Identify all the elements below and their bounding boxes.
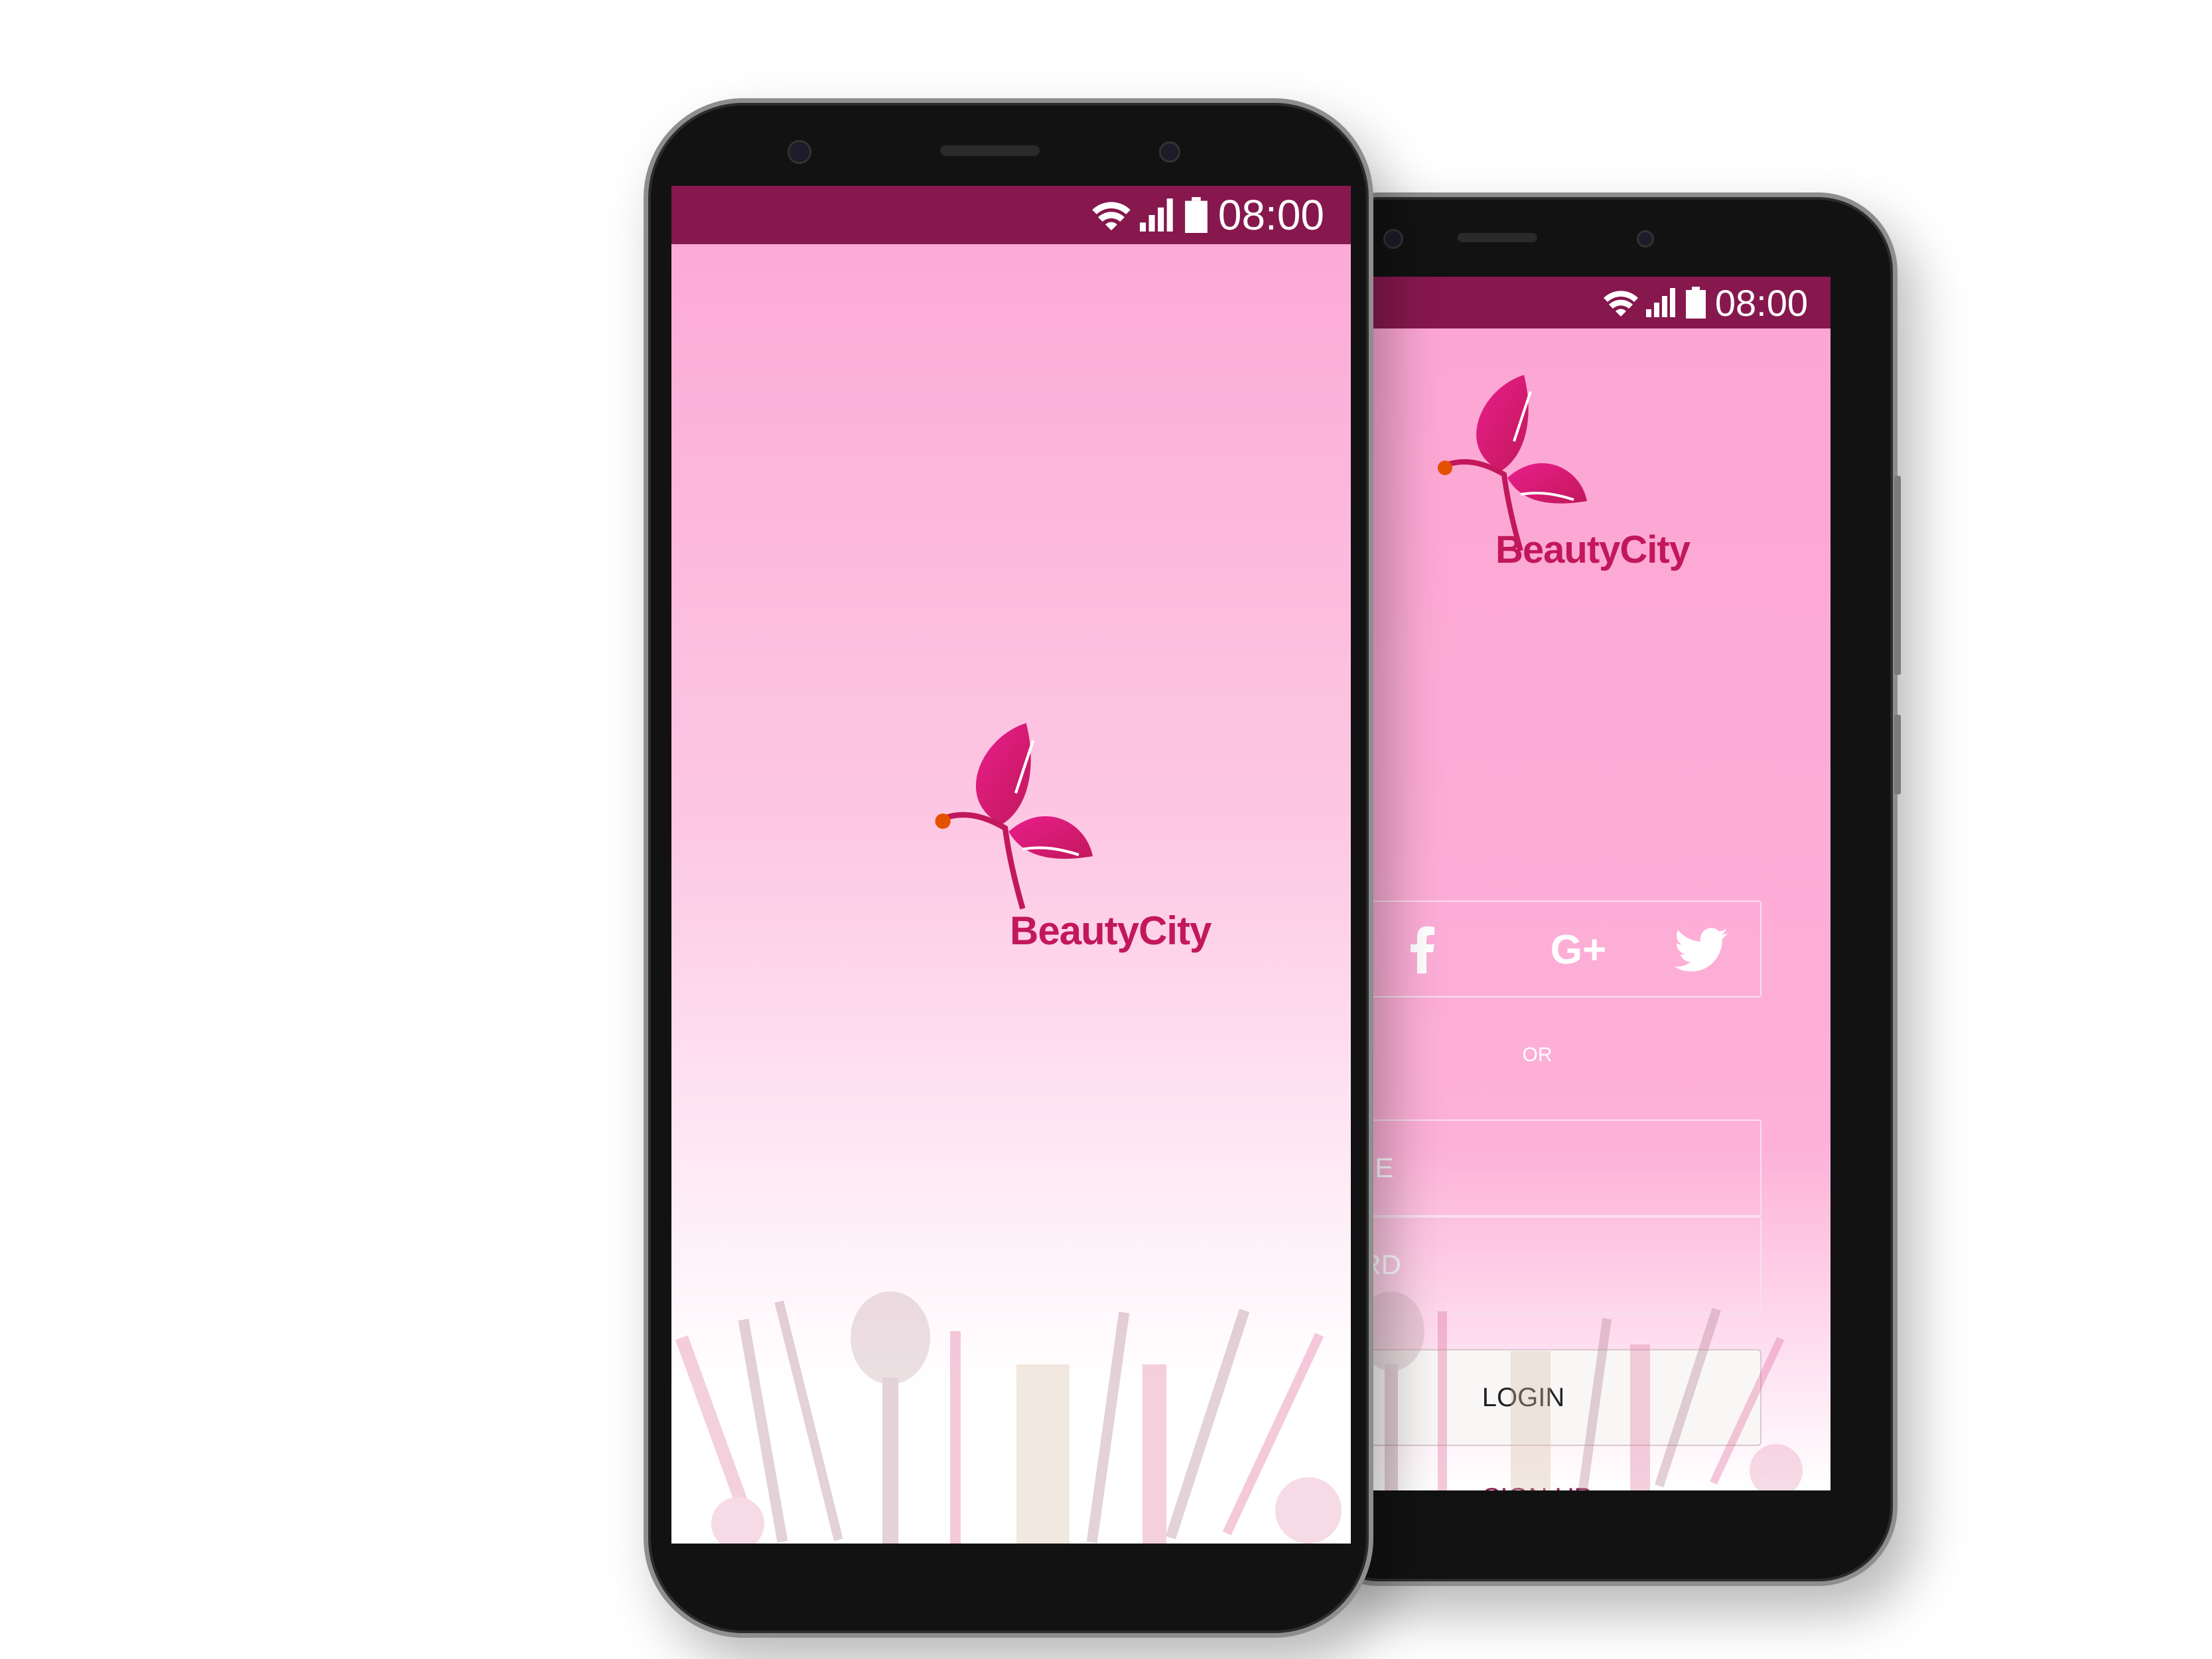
- username-field[interactable]: NAME: [1312, 1119, 1762, 1216]
- google-plus-icon[interactable]: G+: [1545, 926, 1612, 974]
- earpiece: [1458, 233, 1537, 242]
- wifi-icon: [1092, 202, 1131, 231]
- battery-icon: [1184, 197, 1208, 233]
- signal-icon: [1645, 288, 1675, 317]
- makeup-brushes-illustration: [1312, 1291, 1803, 1490]
- status-time: 08:00: [1714, 281, 1808, 324]
- or-divider: OR: [1522, 1044, 1553, 1066]
- sensor: [1159, 141, 1180, 163]
- battery-icon: [1685, 287, 1706, 319]
- front-camera: [788, 140, 811, 164]
- power-button: [1894, 715, 1901, 794]
- status-bar: 08:00: [671, 186, 1351, 244]
- splash-background: BeautyCity: [671, 244, 1351, 1544]
- social-login-box: N G+: [1312, 901, 1762, 997]
- login-phone-mockup: 08:00 BeautyCity N: [1297, 192, 1901, 1586]
- brand-name: BeautyCity: [1495, 528, 1691, 571]
- volume-rocker: [1894, 476, 1901, 675]
- status-time: 08:00: [1217, 191, 1324, 239]
- wifi-icon: [1603, 291, 1638, 317]
- splash-screen: 08:00 BeautyCity: [671, 186, 1351, 1544]
- sensor: [1637, 230, 1654, 248]
- login-background: BeautyCity N G+ OR NAME WORD LOGIN SIGN …: [1312, 328, 1831, 1490]
- front-camera: [1383, 229, 1403, 249]
- makeup-brushes-illustration: [675, 1291, 1342, 1544]
- twitter-icon[interactable]: [1671, 926, 1731, 974]
- login-screen: 08:00 BeautyCity N: [1312, 277, 1831, 1490]
- brand-name: BeautyCity: [1010, 908, 1211, 953]
- signal-icon: [1139, 198, 1173, 232]
- earpiece: [940, 145, 1040, 156]
- butterfly-logo-icon: [935, 723, 1093, 910]
- status-bar: 08:00: [1312, 277, 1831, 328]
- facebook-icon[interactable]: [1399, 926, 1446, 974]
- splash-phone-mockup: 08:00 BeautyCity: [644, 98, 1373, 1638]
